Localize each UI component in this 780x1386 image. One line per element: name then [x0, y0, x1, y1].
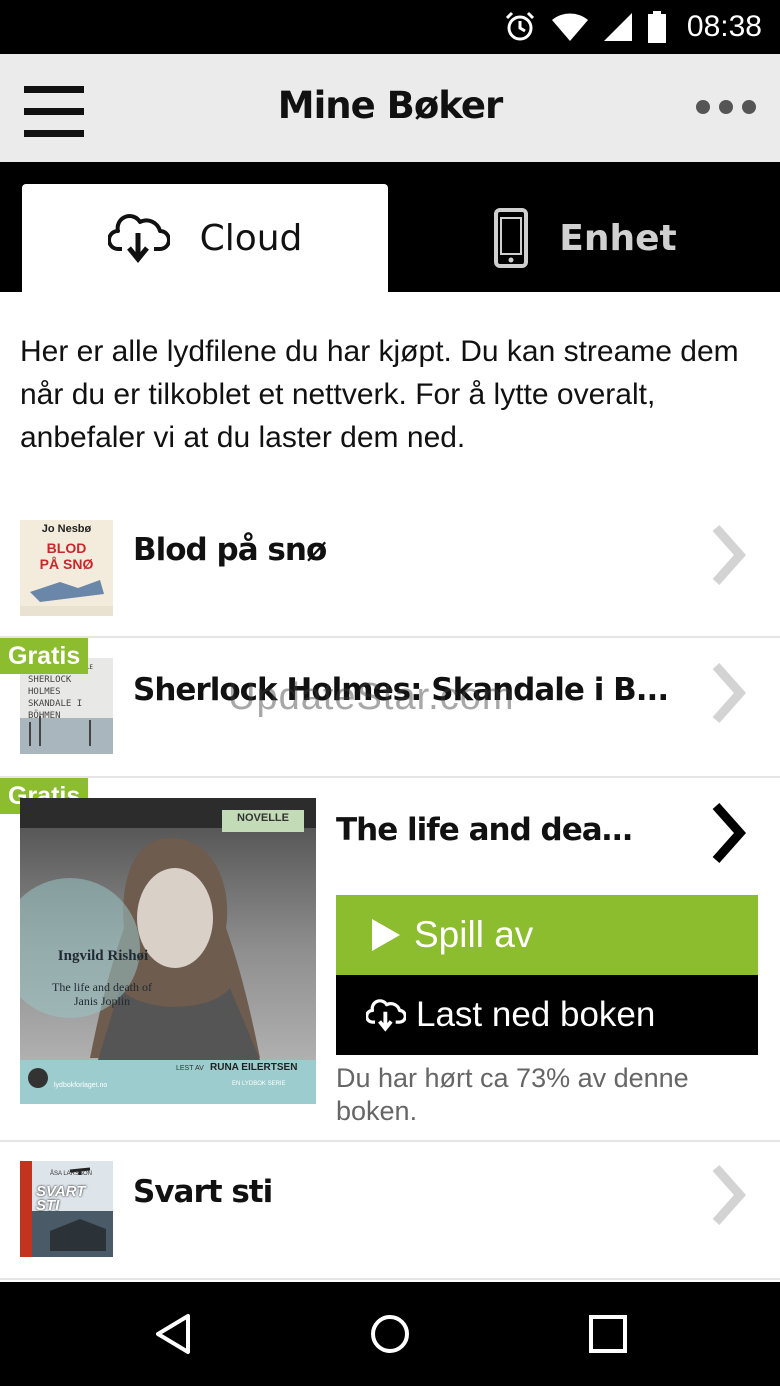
- play-icon: [372, 919, 400, 951]
- book-row-svart-sti[interactable]: ÅSA LARSSON SVART STI Svart sti: [0, 1142, 780, 1280]
- watermark-text: UpdateStar.com: [228, 676, 515, 718]
- more-dots-icon[interactable]: [696, 100, 756, 116]
- chevron-right-icon[interactable]: [708, 800, 748, 866]
- cover-title: SHERLOCK HOLMES SKANDALE I BÖHMEN: [28, 675, 83, 721]
- play-button-label: Spill av: [414, 914, 534, 955]
- page-title: Mine Bøker: [277, 84, 503, 127]
- recents-icon[interactable]: [586, 1312, 630, 1356]
- tab-enhet-label: Enhet: [559, 217, 677, 259]
- wifi-icon: [551, 13, 588, 42]
- cover-author: Ingvild Rishøi: [57, 948, 149, 964]
- cover-author: Jo Nesbø: [41, 523, 92, 535]
- book-cover: Jo Nesbø BLOD PÅ SNØ: [20, 520, 113, 616]
- cover-title: The life and death of Janis Joplin: [52, 980, 152, 1008]
- tab-enhet[interactable]: Enhet: [400, 184, 770, 292]
- tab-bar: Cloud Enhet: [0, 162, 780, 292]
- phone-device-icon: [494, 208, 529, 268]
- tab-cloud[interactable]: Cloud: [22, 184, 388, 292]
- cell-signal-icon: [603, 13, 632, 41]
- status-bar: 08:38: [0, 0, 780, 54]
- cover-publisher: lydbokforlaget.no: [54, 1082, 108, 1089]
- gratis-badge: Gratis: [0, 638, 89, 674]
- status-icons: 08:38: [503, 0, 762, 54]
- cover-reader-prefix: LEST AV: [176, 1065, 204, 1072]
- cloud-download-icon: [366, 999, 406, 1032]
- book-row-blod-pa-sno[interactable]: Jo Nesbø BLOD PÅ SNØ Blod på snø: [0, 500, 780, 638]
- intro-text: Her er alle lydfilene du har kjøpt. Du k…: [20, 335, 739, 454]
- alarm-icon: [505, 11, 534, 41]
- cover-tag: NOVELLE: [237, 812, 289, 824]
- chevron-right-icon: [712, 663, 747, 723]
- book-title: The life and death...: [336, 812, 646, 848]
- download-button[interactable]: Last ned boken: [336, 975, 758, 1055]
- status-time: 08:38: [686, 10, 762, 43]
- home-icon[interactable]: [368, 1312, 412, 1356]
- cover-title: SVART STI: [36, 1183, 86, 1214]
- download-button-label: Last ned boken: [416, 995, 656, 1034]
- system-nav-bar: [0, 1282, 780, 1386]
- cover-author: ÅSA LARSSON: [50, 1171, 93, 1177]
- tab-cloud-label: Cloud: [199, 217, 303, 259]
- book-cover-large: NOVELLE Ingvild Rishøi The life and deat…: [20, 798, 316, 1104]
- chevron-right-icon: [712, 525, 747, 585]
- cloud-download-icon: [107, 214, 170, 263]
- cover-subtitle: EN LYDBOK SERIE: [232, 1081, 286, 1087]
- battery-icon: [647, 11, 666, 43]
- book-title: Svart sti: [133, 1174, 273, 1210]
- back-icon[interactable]: [152, 1312, 196, 1356]
- listening-progress-text: Du har hørt ca 73% av denne boken.: [336, 1063, 689, 1126]
- chevron-right-icon: [712, 1165, 747, 1225]
- cover-reader: RUNA EILERTSEN: [210, 1062, 298, 1073]
- cover-title: BLOD PÅ SNØ: [39, 540, 94, 572]
- book-title: Blod på snø: [133, 532, 327, 568]
- book-cover: ÅSA LARSSON SVART STI: [20, 1161, 113, 1257]
- play-button[interactable]: Spill av: [336, 895, 758, 975]
- app-bar: Mine Bøker: [0, 54, 780, 162]
